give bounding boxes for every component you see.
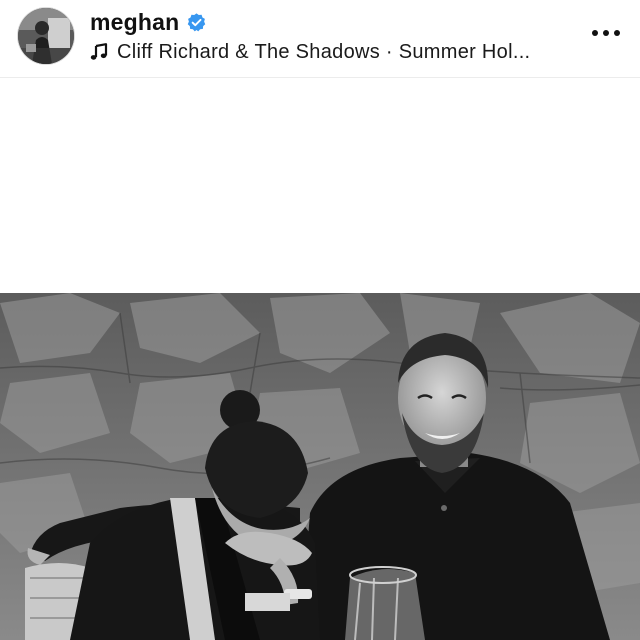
post-photo[interactable]: [0, 293, 640, 640]
music-attribution[interactable]: Cliff Richard & The Shadows · Summer Hol…: [90, 39, 610, 65]
post-image: [0, 293, 640, 640]
username-row: meghan: [90, 8, 207, 36]
music-track-label: Cliff Richard & The Shadows · Summer Hol…: [117, 40, 531, 63]
verified-badge-icon: [186, 12, 207, 33]
avatar-image: [18, 8, 74, 64]
more-options-icon: [592, 30, 620, 36]
username-link[interactable]: meghan: [90, 9, 179, 36]
instagram-post: meghan Cliff Richard & The Shadows · Sum…: [0, 0, 640, 640]
music-note-icon: [90, 43, 108, 61]
more-options-button[interactable]: [586, 18, 626, 48]
post-header: meghan Cliff Richard & The Shadows · Sum…: [0, 0, 640, 78]
profile-avatar[interactable]: [18, 8, 74, 64]
